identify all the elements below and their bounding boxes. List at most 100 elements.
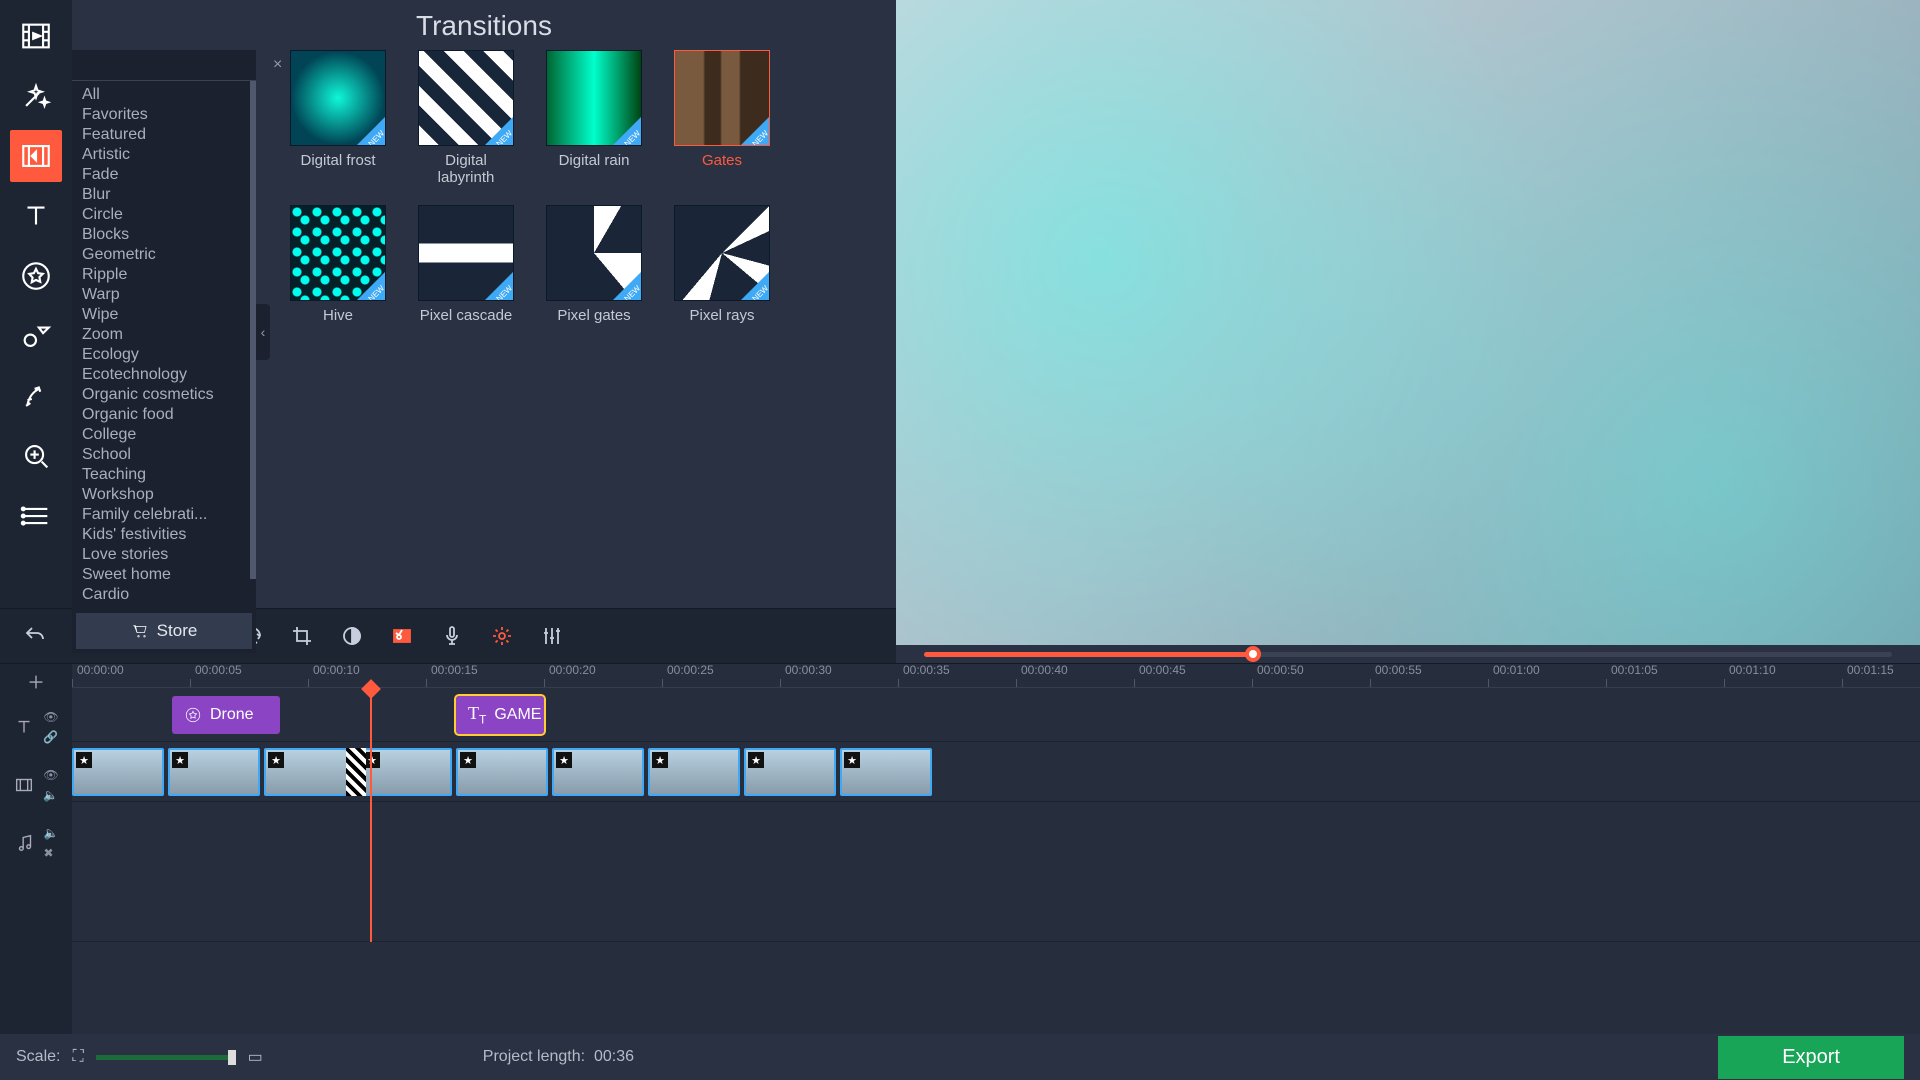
more-icon[interactable] xyxy=(10,490,62,542)
transition-marker[interactable] xyxy=(346,748,366,796)
filters-icon[interactable] xyxy=(10,70,62,122)
ruler-tick: 00:00:25 xyxy=(662,679,714,687)
ruler-tick: 00:00:50 xyxy=(1252,679,1304,687)
category-item[interactable]: Family celebrati... xyxy=(72,505,256,525)
undo-button[interactable] xyxy=(12,614,58,658)
video-clip[interactable]: ★ xyxy=(648,748,740,796)
ruler-tick: 00:00:20 xyxy=(544,679,596,687)
transition-label: Pixel cascade xyxy=(420,307,513,341)
category-item[interactable]: Kids' festivities xyxy=(72,525,256,545)
ruler-tick: 00:00:05 xyxy=(190,679,242,687)
panel-title: Transitions xyxy=(72,10,896,42)
preview-panel xyxy=(896,0,1920,663)
scale-slider[interactable] xyxy=(96,1055,236,1060)
category-item[interactable]: Ecotechnology xyxy=(72,365,256,385)
category-list[interactable]: AllFavoritesFeaturedArtisticFadeBlurCirc… xyxy=(72,81,256,609)
video-clip[interactable]: ★ xyxy=(264,748,356,796)
transition-label: Gates xyxy=(702,152,742,186)
ruler-tick: 00:00:40 xyxy=(1016,679,1068,687)
transition-label: Digital rain xyxy=(559,152,630,186)
callouts-icon[interactable] xyxy=(10,310,62,362)
timeline: 👁🔗 👁🔈 🔈✖ 00:00:0000:00:0500:00:1000:00:1… xyxy=(0,664,1920,1034)
category-item[interactable]: Zoom xyxy=(72,325,256,345)
transition-label: Digital labyrinth xyxy=(418,152,514,187)
category-item[interactable]: College xyxy=(72,425,256,445)
titles-icon[interactable] xyxy=(10,190,62,242)
timeline-tracks-area[interactable]: 00:00:0000:00:0500:00:1000:00:1500:00:20… xyxy=(72,664,1920,1034)
title-track[interactable]: Drone TTGAME xyxy=(72,688,1920,742)
category-item[interactable]: Blocks xyxy=(72,225,256,245)
title-track-header[interactable]: 👁🔗 xyxy=(13,702,58,752)
audio-track[interactable] xyxy=(72,802,1920,942)
search-input[interactable] xyxy=(86,57,267,73)
category-item[interactable]: Artistic xyxy=(72,145,256,165)
ruler-tick: 00:01:05 xyxy=(1606,679,1658,687)
transition-thumb[interactable]: Pixel cascade xyxy=(418,205,514,341)
category-item[interactable]: Blur xyxy=(72,185,256,205)
video-clip[interactable]: ★ xyxy=(168,748,260,796)
store-label: Store xyxy=(157,621,198,641)
transition-thumb[interactable]: Hive xyxy=(290,205,386,341)
scale-label: Scale: xyxy=(16,1048,60,1066)
zoom-icon[interactable] xyxy=(10,430,62,482)
category-item[interactable]: Workshop xyxy=(72,485,256,505)
category-item[interactable]: Sweet home xyxy=(72,565,256,585)
transition-thumb[interactable]: Pixel gates xyxy=(546,205,642,341)
add-track-button[interactable] xyxy=(25,670,47,694)
seek-bar[interactable] xyxy=(896,645,1920,663)
time-ruler[interactable]: 00:00:0000:00:0500:00:1000:00:1500:00:20… xyxy=(72,664,1920,688)
collapse-categories-icon[interactable]: ‹ xyxy=(256,304,270,360)
transition-thumb[interactable]: Digital labyrinth xyxy=(418,50,514,187)
category-item[interactable]: Ecology xyxy=(72,345,256,365)
ruler-tick: 00:00:55 xyxy=(1370,679,1422,687)
fit-to-window-icon[interactable]: ⛶ xyxy=(72,1048,83,1066)
ruler-tick: 00:01:00 xyxy=(1488,679,1540,687)
transition-thumb[interactable]: Digital frost xyxy=(290,50,386,187)
store-button[interactable]: Store xyxy=(76,613,252,649)
category-item[interactable]: Circle xyxy=(72,205,256,225)
transition-thumb[interactable]: Gates xyxy=(674,50,770,187)
transitions-icon[interactable] xyxy=(10,130,62,182)
stickers-icon[interactable] xyxy=(10,250,62,302)
transition-thumb[interactable]: Digital rain xyxy=(546,50,642,187)
export-button[interactable]: Export xyxy=(1718,1036,1904,1079)
category-item[interactable]: Organic food xyxy=(72,405,256,425)
category-item[interactable]: Favorites xyxy=(72,105,256,125)
category-item[interactable]: Teaching xyxy=(72,465,256,485)
audio-track-header[interactable]: 🔈✖ xyxy=(14,818,59,868)
transition-label: Digital frost xyxy=(300,152,375,186)
preview-canvas[interactable] xyxy=(896,0,1920,645)
category-item[interactable]: Geometric xyxy=(72,245,256,265)
video-clip[interactable]: ★ xyxy=(552,748,644,796)
category-item[interactable]: Fade xyxy=(72,165,256,185)
category-item[interactable]: Cardio xyxy=(72,585,256,605)
playhead[interactable] xyxy=(370,688,372,942)
category-item[interactable]: Ripple xyxy=(72,265,256,285)
ruler-tick: 00:00:30 xyxy=(780,679,832,687)
scale-preset-icon[interactable]: ▭ xyxy=(248,1047,263,1067)
ruler-tick: 00:00:45 xyxy=(1134,679,1186,687)
timeline-track-headers: 👁🔗 👁🔈 🔈✖ xyxy=(0,664,72,1034)
title-clip[interactable]: Drone xyxy=(172,696,280,734)
category-item[interactable]: Organic cosmetics xyxy=(72,385,256,405)
video-clip[interactable]: ★ xyxy=(360,748,452,796)
video-track[interactable]: ★★★★★★★★★ xyxy=(72,742,1920,802)
video-clip[interactable]: ★ xyxy=(456,748,548,796)
video-clip[interactable]: ★ xyxy=(72,748,164,796)
transition-thumb[interactable]: Pixel rays xyxy=(674,205,770,341)
category-item[interactable]: All xyxy=(72,85,256,105)
animation-icon[interactable] xyxy=(10,370,62,422)
video-track-header[interactable]: 👁🔈 xyxy=(13,760,58,810)
title-clip[interactable]: TTGAME xyxy=(456,696,544,734)
media-icon[interactable] xyxy=(10,10,62,62)
transition-label: Pixel rays xyxy=(689,307,754,341)
category-item[interactable]: Wipe xyxy=(72,305,256,325)
category-item[interactable]: Love stories xyxy=(72,545,256,565)
video-clip[interactable]: ★ xyxy=(744,748,836,796)
category-item[interactable]: School xyxy=(72,445,256,465)
category-item[interactable]: Warp xyxy=(72,285,256,305)
ruler-tick: 00:01:15 xyxy=(1842,679,1894,687)
category-item[interactable]: Featured xyxy=(72,125,256,145)
ruler-tick: 00:00:35 xyxy=(898,679,950,687)
video-clip[interactable]: ★ xyxy=(840,748,932,796)
